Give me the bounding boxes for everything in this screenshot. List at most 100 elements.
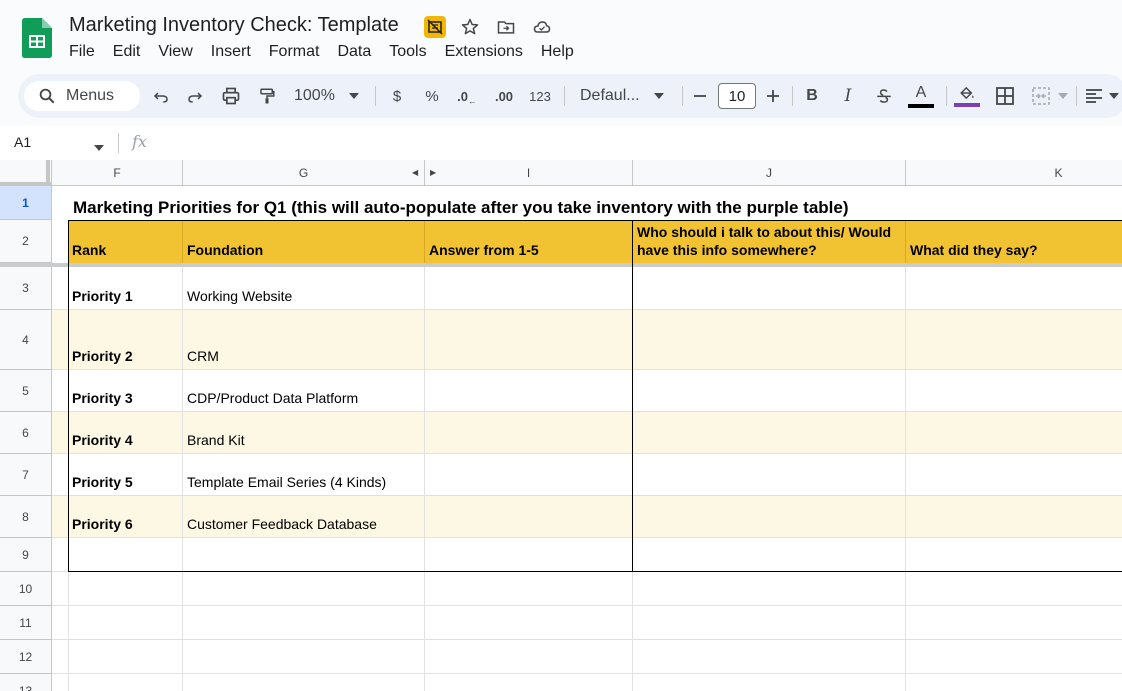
print-icon[interactable] [218,74,244,118]
cell-empty[interactable] [183,674,425,691]
menu-help[interactable]: Help [532,42,583,62]
menu-format[interactable]: Format [260,42,329,62]
no-comment-access-icon[interactable] [424,16,446,38]
cell-what-said[interactable] [906,454,1122,495]
row-header-1[interactable]: 1 [0,186,52,220]
cell-foundation[interactable]: Customer Feedback Database [183,496,425,537]
fill-color-button[interactable] [952,74,982,118]
cell-answer[interactable] [425,370,633,411]
strikethrough-icon[interactable] [872,74,896,118]
cell-who[interactable] [633,370,906,411]
more-formats-button[interactable]: 123 [526,74,554,118]
zoom-select[interactable]: 100% [288,74,368,118]
cell-rank[interactable]: Priority 2 [68,310,183,369]
cell-answer[interactable] [425,496,633,537]
cell-what-said[interactable] [906,412,1122,453]
cell-empty[interactable] [633,674,906,691]
row-header-10[interactable]: 10 [0,572,52,606]
cell-who[interactable] [633,454,906,495]
row-header-6[interactable]: 6 [0,412,52,454]
horizontal-align-button[interactable] [1084,74,1120,118]
menu-file[interactable]: File [60,42,104,62]
cell-empty[interactable] [52,572,183,605]
cell-who[interactable] [633,267,906,309]
format-percent-button[interactable]: % [420,74,444,118]
cell-empty[interactable] [906,640,1122,673]
cell-what-said[interactable] [906,310,1122,369]
cell-who[interactable] [633,310,906,369]
cell-empty[interactable] [633,640,906,673]
cell-empty[interactable] [633,606,906,639]
cell-empty[interactable] [52,640,183,673]
increase-decimal-button[interactable]: .00 [490,74,518,118]
merge-cells-button[interactable] [1028,74,1072,118]
cell-empty[interactable] [425,538,633,571]
row-header-7[interactable]: 7 [0,454,52,496]
cell-what-said[interactable] [906,370,1122,411]
cell-foundation[interactable]: CDP/Product Data Platform [183,370,425,411]
cell-rank[interactable]: Priority 5 [68,454,183,495]
paint-format-icon[interactable] [254,74,280,118]
cell-empty[interactable] [183,606,425,639]
cell-what-said[interactable] [906,496,1122,537]
column-header-f[interactable]: F [52,160,183,186]
cell-empty[interactable] [633,572,906,605]
hidden-column-left-arrow-icon[interactable]: ◀ [412,168,418,177]
column-header-k[interactable]: K [906,160,1122,186]
cell-who[interactable] [633,496,906,537]
undo-icon[interactable] [148,74,174,118]
cell-empty[interactable] [183,538,425,571]
cell-empty[interactable] [52,674,183,691]
cell-answer[interactable] [425,310,633,369]
decrease-font-size-icon[interactable] [689,74,711,118]
row-header-11[interactable]: 11 [0,606,52,640]
cell-rank[interactable]: Priority 3 [68,370,183,411]
cell-foundation[interactable]: Brand Kit [183,412,425,453]
row-header-3[interactable]: 3 [0,267,52,310]
row-header-13[interactable]: 13 [0,674,52,691]
decrease-decimal-button[interactable]: .0 ← [454,74,480,118]
header-foundation[interactable]: Foundation [183,220,425,263]
bold-button[interactable]: B [800,74,824,118]
column-header-g[interactable]: G [183,160,425,186]
font-size-input[interactable]: 10 [718,83,756,109]
cell-empty[interactable] [906,606,1122,639]
cell-rank[interactable]: Priority 4 [68,412,183,453]
menu-edit[interactable]: Edit [104,42,150,62]
header-who-to-talk[interactable]: Who should i talk to about this/ Would h… [633,220,906,263]
document-title[interactable]: Marketing Inventory Check: Template [69,14,399,37]
cell-empty[interactable] [183,640,425,673]
cell-what-said[interactable] [906,267,1122,309]
font-family-select[interactable]: Defaul... [574,74,674,118]
cloud-saved-icon[interactable] [530,15,554,39]
borders-icon[interactable] [992,74,1018,118]
star-icon[interactable] [458,15,482,39]
formula-input[interactable] [160,130,1110,156]
cell-empty[interactable] [425,606,633,639]
cell-who[interactable] [633,412,906,453]
column-header-j[interactable]: J [633,160,906,186]
row-header-2[interactable]: 2 [0,220,52,263]
cell-empty[interactable] [425,572,633,605]
caret-down-icon[interactable] [94,138,104,156]
menu-extensions[interactable]: Extensions [436,42,532,62]
menu-insert[interactable]: Insert [202,42,260,62]
cell-empty[interactable] [633,538,906,571]
move-folder-icon[interactable] [494,15,518,39]
cell-empty[interactable] [68,538,183,571]
menu-data[interactable]: Data [328,42,380,62]
row-header-4[interactable]: 4 [0,310,52,370]
cell-rank[interactable]: Priority 6 [68,496,183,537]
cell-empty[interactable] [425,640,633,673]
hidden-column-right-arrow-icon[interactable]: ▶ [430,168,436,177]
sheets-logo-icon[interactable] [22,18,52,58]
row-header-12[interactable]: 12 [0,640,52,674]
increase-font-size-icon[interactable] [762,74,784,118]
menu-view[interactable]: View [149,42,201,62]
header-answer[interactable]: Answer from 1-5 [425,220,633,263]
cell-foundation[interactable]: Template Email Series (4 Kinds) [183,454,425,495]
header-what-did-they-say[interactable]: What did they say? [906,220,1122,263]
cell-empty[interactable] [906,674,1122,691]
cell-rank[interactable]: Priority 1 [68,267,183,309]
text-color-button[interactable]: A [906,74,936,118]
